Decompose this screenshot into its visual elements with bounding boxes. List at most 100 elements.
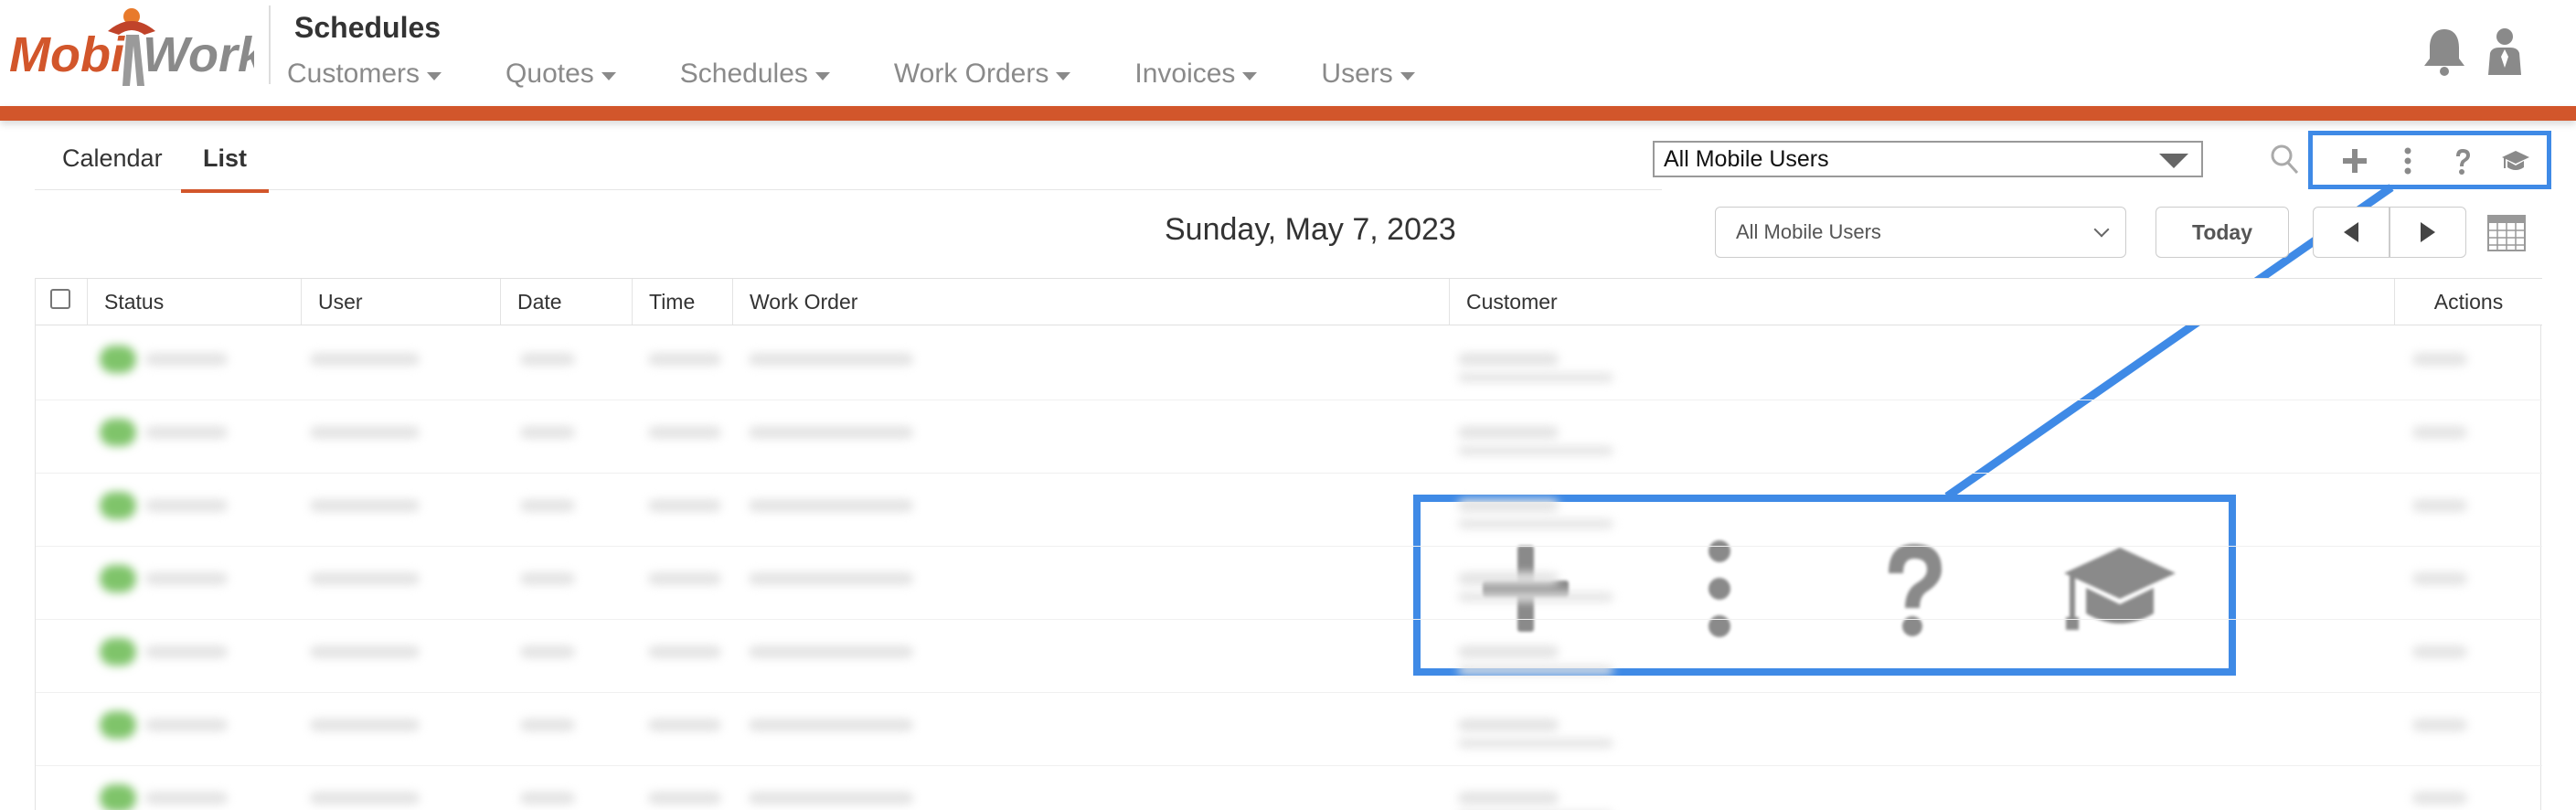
obscured-cell <box>520 719 575 731</box>
column-header-date[interactable]: Date <box>500 279 632 325</box>
obscured-cell <box>2412 426 2467 439</box>
user-icon[interactable] <box>2481 26 2528 77</box>
obscured-cell <box>1458 426 1559 439</box>
obscured-cell <box>749 426 913 439</box>
obscured-cell <box>749 353 913 366</box>
logo-text-left: Mobi <box>9 27 125 82</box>
column-header-time[interactable]: Time <box>632 279 732 325</box>
obscured-cell <box>310 426 420 439</box>
obscured-cell <box>310 792 420 805</box>
obscured-cell <box>520 792 575 805</box>
obscured-cell <box>145 353 228 366</box>
obscured-cell <box>1458 519 1613 528</box>
nav-label: Work Orders <box>893 59 1049 89</box>
search-icon[interactable] <box>2269 143 2300 176</box>
next-day-button[interactable] <box>2390 207 2466 258</box>
status-badge <box>100 346 136 373</box>
obscured-cell <box>749 572 913 585</box>
obscured-cell <box>648 426 721 439</box>
table-header: Status User Date Time Work Order Custome… <box>36 278 2542 325</box>
obscured-cell <box>310 499 420 512</box>
obscured-cell <box>2412 645 2467 658</box>
column-header-customer[interactable]: Customer <box>1449 279 2394 325</box>
status-badge <box>100 784 136 810</box>
current-date: Sunday, May 7, 2023 <box>1165 212 1456 247</box>
nav-work-orders[interactable]: Work Orders <box>893 59 1071 90</box>
obscured-cell <box>1458 446 1613 455</box>
page-title: Schedules <box>294 11 442 44</box>
obscured-cell <box>2412 719 2467 731</box>
obscured-cell <box>1458 739 1613 748</box>
calendar-icon[interactable] <box>2486 212 2527 252</box>
nav-label: Schedules <box>679 59 808 89</box>
nav-quotes[interactable]: Quotes <box>506 59 616 90</box>
column-header-status[interactable]: Status <box>87 279 301 325</box>
column-header-work-order[interactable]: Work Order <box>732 279 1449 325</box>
mobiwork-logo[interactable]: Mobi Work <box>7 4 254 91</box>
obscured-cell <box>749 792 913 805</box>
obscured-cell <box>1458 572 1559 585</box>
table-row[interactable] <box>36 547 2542 620</box>
table-row[interactable] <box>36 327 2542 400</box>
tab-list[interactable]: List <box>181 144 270 193</box>
select-all-cell <box>36 279 87 325</box>
logo-text-right: Work <box>143 27 254 82</box>
nav-invoices[interactable]: Invoices <box>1134 59 1258 90</box>
table-row[interactable] <box>36 474 2542 547</box>
column-header-user[interactable]: User <box>301 279 500 325</box>
obscured-cell <box>648 645 721 658</box>
nav-customers[interactable]: Customers <box>287 59 442 90</box>
chevron-down-icon <box>2093 221 2110 238</box>
nav-users[interactable]: Users <box>1321 59 1415 90</box>
arrow-right-icon <box>2421 222 2435 242</box>
mobile-users-select[interactable]: All Mobile Users <box>1653 141 2203 177</box>
obscured-cell <box>648 499 721 512</box>
obscured-cell <box>1458 373 1613 382</box>
obscured-cell <box>1458 499 1559 512</box>
obscured-cell <box>1458 645 1559 658</box>
today-button[interactable]: Today <box>2156 207 2289 258</box>
obscured-cell <box>520 353 575 366</box>
status-badge <box>100 565 136 592</box>
obscured-cell <box>1458 792 1559 805</box>
obscured-cell <box>2412 792 2467 805</box>
obscured-cell <box>310 572 420 585</box>
tab-calendar[interactable]: Calendar <box>62 144 163 189</box>
table-row[interactable] <box>36 766 2542 810</box>
obscured-cell <box>1458 666 1613 675</box>
mobile-users-select-value: All Mobile Users <box>1664 146 1829 172</box>
dropdown-arrow-icon <box>2159 154 2188 168</box>
status-badge <box>100 419 136 446</box>
obscured-cell <box>1458 592 1613 602</box>
header-accent-bar <box>0 106 2576 121</box>
obscured-cell <box>310 353 420 366</box>
status-badge <box>100 711 136 739</box>
obscured-cell <box>749 499 913 512</box>
caret-down-icon <box>427 71 442 80</box>
arrow-left-icon <box>2344 222 2358 242</box>
caret-down-icon <box>1400 71 1415 80</box>
previous-day-button[interactable] <box>2313 207 2390 258</box>
obscured-cell <box>520 426 575 439</box>
obscured-cell <box>749 645 913 658</box>
column-header-actions: Actions <box>2394 279 2542 325</box>
obscured-cell <box>310 719 420 731</box>
select-all-checkbox[interactable] <box>50 289 70 309</box>
nav-schedules[interactable]: Schedules <box>680 59 830 90</box>
obscured-cell <box>520 499 575 512</box>
mobile-user-filter-select[interactable]: All Mobile Users <box>1715 207 2126 258</box>
obscured-cell <box>145 792 228 805</box>
logo-divider <box>269 5 271 84</box>
obscured-cell <box>1458 719 1559 731</box>
obscured-cell <box>145 572 228 585</box>
view-tabs: Calendar List <box>35 135 1662 193</box>
obscured-cell <box>145 499 228 512</box>
table-row[interactable] <box>36 400 2542 474</box>
bell-icon[interactable] <box>2421 26 2468 77</box>
table-row[interactable] <box>36 693 2542 766</box>
obscured-cell <box>749 719 913 731</box>
table-row[interactable] <box>36 620 2542 693</box>
caret-down-icon <box>601 71 616 80</box>
obscured-cell <box>145 645 228 658</box>
obscured-cell <box>2412 572 2467 585</box>
